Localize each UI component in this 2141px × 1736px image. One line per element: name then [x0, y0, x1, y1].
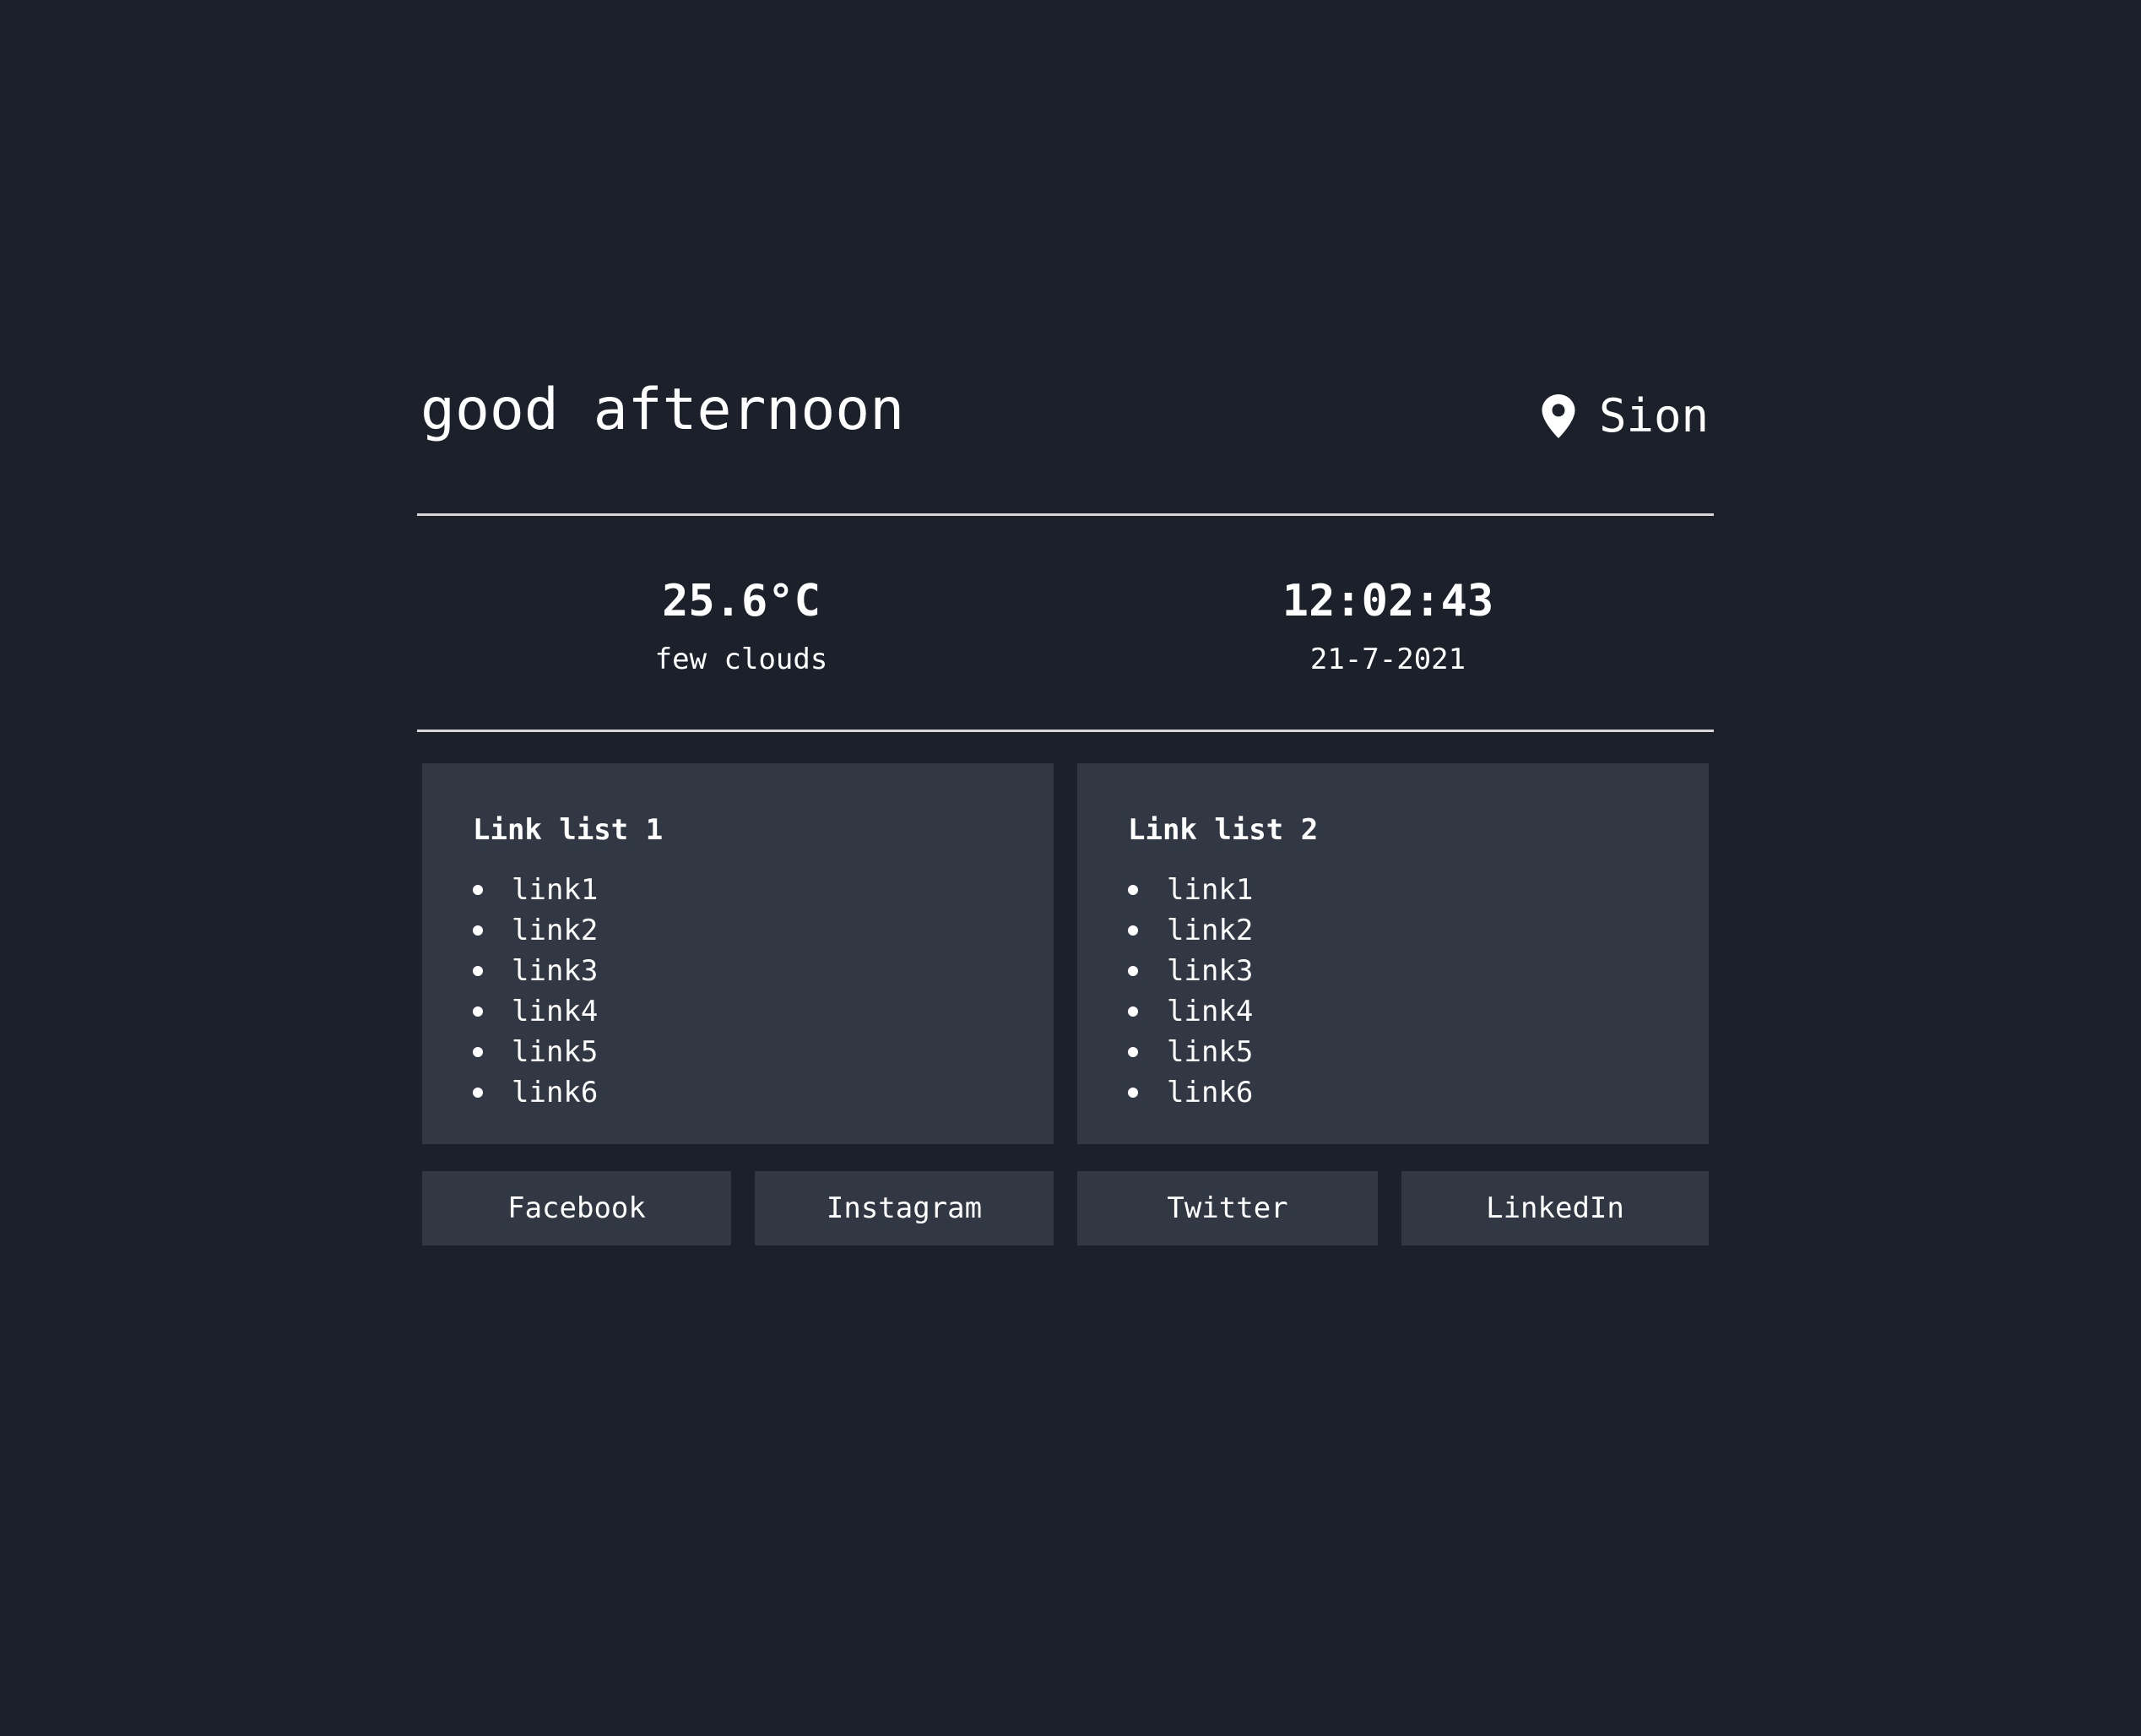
link-label[interactable]: link2	[512, 914, 598, 947]
link-label[interactable]: link6	[512, 1076, 598, 1109]
list-item[interactable]: link3	[473, 951, 1054, 991]
link-list-card-1: Link list 1 link1 link2 link3 link4 link…	[422, 763, 1054, 1144]
link-list-title: Link list 2	[1128, 813, 1319, 847]
link-label[interactable]: link3	[1167, 954, 1253, 988]
link-label[interactable]: link1	[512, 873, 598, 907]
bullet-icon	[473, 1006, 483, 1017]
list-item[interactable]: link6	[473, 1072, 1054, 1113]
clock-widget: 12:02:43 21-7-2021	[1092, 579, 1683, 674]
bullet-icon	[1128, 966, 1138, 976]
link-list-title: Link list 1	[473, 813, 664, 847]
list-item[interactable]: link4	[473, 991, 1054, 1032]
list-item[interactable]: link3	[1128, 951, 1709, 991]
link-label[interactable]: link2	[1167, 914, 1253, 947]
link-label[interactable]: link3	[512, 954, 598, 988]
divider-bottom	[417, 730, 1714, 732]
temperature-value: 25.6°C	[662, 576, 821, 627]
facebook-button[interactable]: Facebook	[422, 1171, 731, 1245]
bullet-icon	[473, 885, 483, 895]
list-item[interactable]: link5	[473, 1032, 1054, 1072]
linkedin-button[interactable]: LinkedIn	[1401, 1171, 1709, 1245]
weather-widget: 25.6°C few clouds	[446, 579, 1037, 674]
twitter-button[interactable]: Twitter	[1077, 1171, 1378, 1245]
bullet-icon	[473, 1088, 483, 1098]
bullet-icon	[1128, 925, 1138, 936]
bullet-icon	[1128, 1088, 1138, 1098]
list-item[interactable]: link6	[1128, 1072, 1709, 1113]
link-label[interactable]: link4	[512, 995, 598, 1028]
link-label[interactable]: link1	[1167, 873, 1253, 907]
clock-date: 21-7-2021	[1309, 643, 1466, 676]
link-label[interactable]: link4	[1167, 995, 1253, 1028]
list-item[interactable]: link2	[473, 910, 1054, 951]
location-name: Sion	[1598, 389, 1709, 442]
link-list: link1 link2 link3 link4 link5 link6	[1128, 870, 1709, 1113]
link-list-card-2: Link list 2 link1 link2 link3 link4 link…	[1077, 763, 1709, 1144]
list-item[interactable]: link2	[1128, 910, 1709, 951]
bullet-icon	[1128, 885, 1138, 895]
bullet-icon	[473, 925, 483, 936]
list-item[interactable]: link1	[473, 870, 1054, 910]
link-label[interactable]: link5	[1167, 1035, 1253, 1069]
clock-time: 12:02:43	[1282, 576, 1494, 627]
link-list: link1 link2 link3 link4 link5 link6	[473, 870, 1054, 1113]
bullet-icon	[1128, 1006, 1138, 1017]
link-label[interactable]: link5	[512, 1035, 598, 1069]
bullet-icon	[473, 966, 483, 976]
instagram-button[interactable]: Instagram	[755, 1171, 1054, 1245]
bullet-icon	[1128, 1047, 1138, 1057]
location-display: Sion	[1542, 393, 1709, 439]
map-pin-icon	[1542, 394, 1575, 438]
bullet-icon	[473, 1047, 483, 1057]
start-page: good afternoon Sion 25.6°C few clouds 12…	[0, 0, 2141, 1736]
list-item[interactable]: link1	[1128, 870, 1709, 910]
link-label[interactable]: link6	[1167, 1076, 1253, 1109]
divider-top	[417, 513, 1714, 516]
weather-description: few clouds	[654, 643, 828, 676]
greeting-text: good afternoon	[420, 377, 905, 443]
list-item[interactable]: link5	[1128, 1032, 1709, 1072]
list-item[interactable]: link4	[1128, 991, 1709, 1032]
